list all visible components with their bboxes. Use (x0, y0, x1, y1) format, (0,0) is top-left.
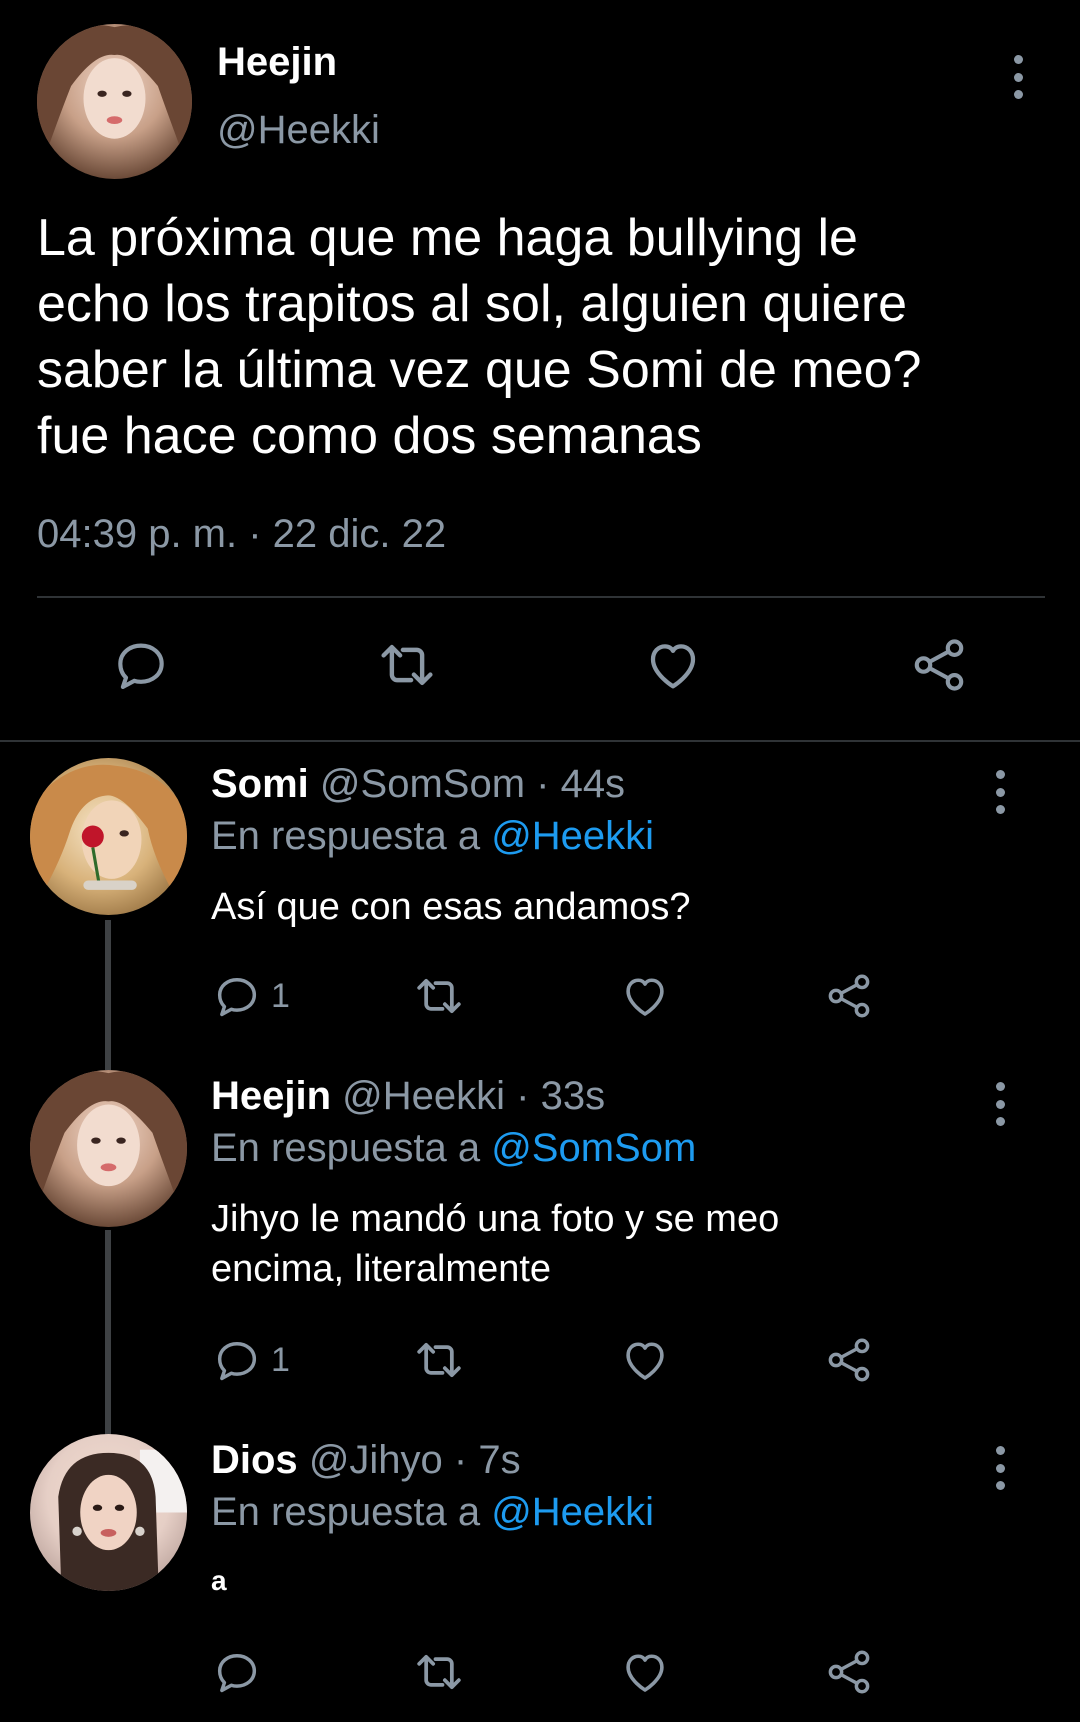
in-reply-to: En respuesta a @Heekki (211, 814, 654, 859)
reply-button[interactable]: 1 (211, 966, 290, 1026)
author-name[interactable]: Dios (211, 1438, 298, 1482)
author-name[interactable]: Heejin (211, 1074, 331, 1118)
more-options-icon[interactable] (1006, 55, 1030, 99)
in-reply-to: En respuesta a @SomSom (211, 1126, 696, 1171)
reply-tweet[interactable]: Dios @Jihyo · 7s En respuesta a @Heekki … (0, 1434, 1080, 1722)
retweet-icon (411, 1644, 467, 1700)
avatar[interactable] (30, 758, 187, 915)
share-button[interactable] (904, 630, 974, 700)
author-meta: @SomSom · 44s (319, 762, 626, 806)
avatar[interactable] (30, 1070, 187, 1227)
divider (0, 740, 1080, 742)
reply-header: Heejin @Heekki · 33s (211, 1074, 605, 1119)
share-icon (908, 634, 970, 696)
author-handle[interactable]: @Heekki (217, 108, 380, 153)
share-icon (823, 1646, 875, 1698)
tweet-actions (0, 630, 1080, 700)
reply-text: Jihyo le mandó una foto y se meo encima,… (211, 1198, 780, 1290)
in-reply-prefix: En respuesta a (211, 814, 492, 858)
reply-count: 1 (271, 1340, 290, 1379)
retweet-icon (411, 968, 467, 1024)
more-options-icon[interactable] (988, 770, 1012, 814)
reply-icon (211, 1646, 263, 1698)
share-icon (823, 970, 875, 1022)
tweet-text: La próxima que me haga bullying le echo … (37, 209, 922, 465)
reply-header: Somi @SomSom · 44s (211, 762, 625, 807)
author-meta: @Heekki · 33s (342, 1074, 606, 1118)
main-tweet: Heejin @Heekki La próxima que me haga bu… (0, 0, 1080, 740)
reply-icon (211, 970, 263, 1022)
reply-icon (211, 1334, 263, 1386)
more-options-icon[interactable] (988, 1446, 1012, 1490)
avatar[interactable] (37, 24, 192, 179)
share-button[interactable] (823, 966, 875, 1026)
in-reply-prefix: En respuesta a (211, 1126, 492, 1170)
reply-actions: 1 (0, 966, 1080, 1026)
reply-actions: 1 (0, 1330, 1080, 1390)
reply-tweet[interactable]: Heejin @Heekki · 33s En respuesta a @Som… (0, 1070, 1080, 1500)
reply-actions (0, 1642, 1080, 1702)
avatar[interactable] (30, 1434, 187, 1591)
retweet-icon (374, 632, 440, 698)
retweet-icon (411, 1332, 467, 1388)
like-button[interactable] (618, 1330, 672, 1390)
author-name[interactable]: Heejin (217, 40, 337, 85)
share-icon (823, 1334, 875, 1386)
in-reply-prefix: En respuesta a (211, 1490, 492, 1534)
reply-header: Dios @Jihyo · 7s (211, 1438, 521, 1483)
reply-icon (110, 634, 172, 696)
reply-button[interactable]: 1 (211, 1330, 290, 1390)
like-button[interactable] (638, 630, 708, 700)
author-meta: @Jihyo · 7s (308, 1438, 521, 1482)
like-icon (618, 1645, 672, 1699)
tweet-timestamp: 04:39 p. m. · 22 dic. 22 (37, 512, 447, 556)
like-icon (641, 633, 705, 697)
reply-text: Así que con esas andamos? (211, 886, 691, 928)
author-name[interactable]: Somi (211, 762, 309, 806)
retweet-button[interactable] (411, 966, 467, 1026)
retweet-button[interactable] (411, 1642, 467, 1702)
reply-button[interactable] (106, 630, 176, 700)
retweet-button[interactable] (411, 1330, 467, 1390)
share-button[interactable] (823, 1330, 875, 1390)
mention-link[interactable]: @SomSom (491, 1126, 696, 1170)
like-icon (618, 1333, 672, 1387)
reply-button[interactable] (211, 1642, 263, 1702)
divider (37, 596, 1045, 598)
reply-count: 1 (271, 976, 290, 1015)
like-button[interactable] (618, 1642, 672, 1702)
like-icon (618, 969, 672, 1023)
mention-link[interactable]: @Heekki (491, 814, 654, 858)
reply-text: a (211, 1565, 227, 1596)
in-reply-to: En respuesta a @Heekki (211, 1490, 654, 1535)
share-button[interactable] (823, 1642, 875, 1702)
mention-link[interactable]: @Heekki (491, 1490, 654, 1534)
like-button[interactable] (618, 966, 672, 1026)
retweet-button[interactable] (372, 630, 442, 700)
reply-tweet[interactable]: Somi @SomSom · 44s En respuesta a @Heekk… (0, 758, 1080, 1070)
more-options-icon[interactable] (988, 1082, 1012, 1126)
